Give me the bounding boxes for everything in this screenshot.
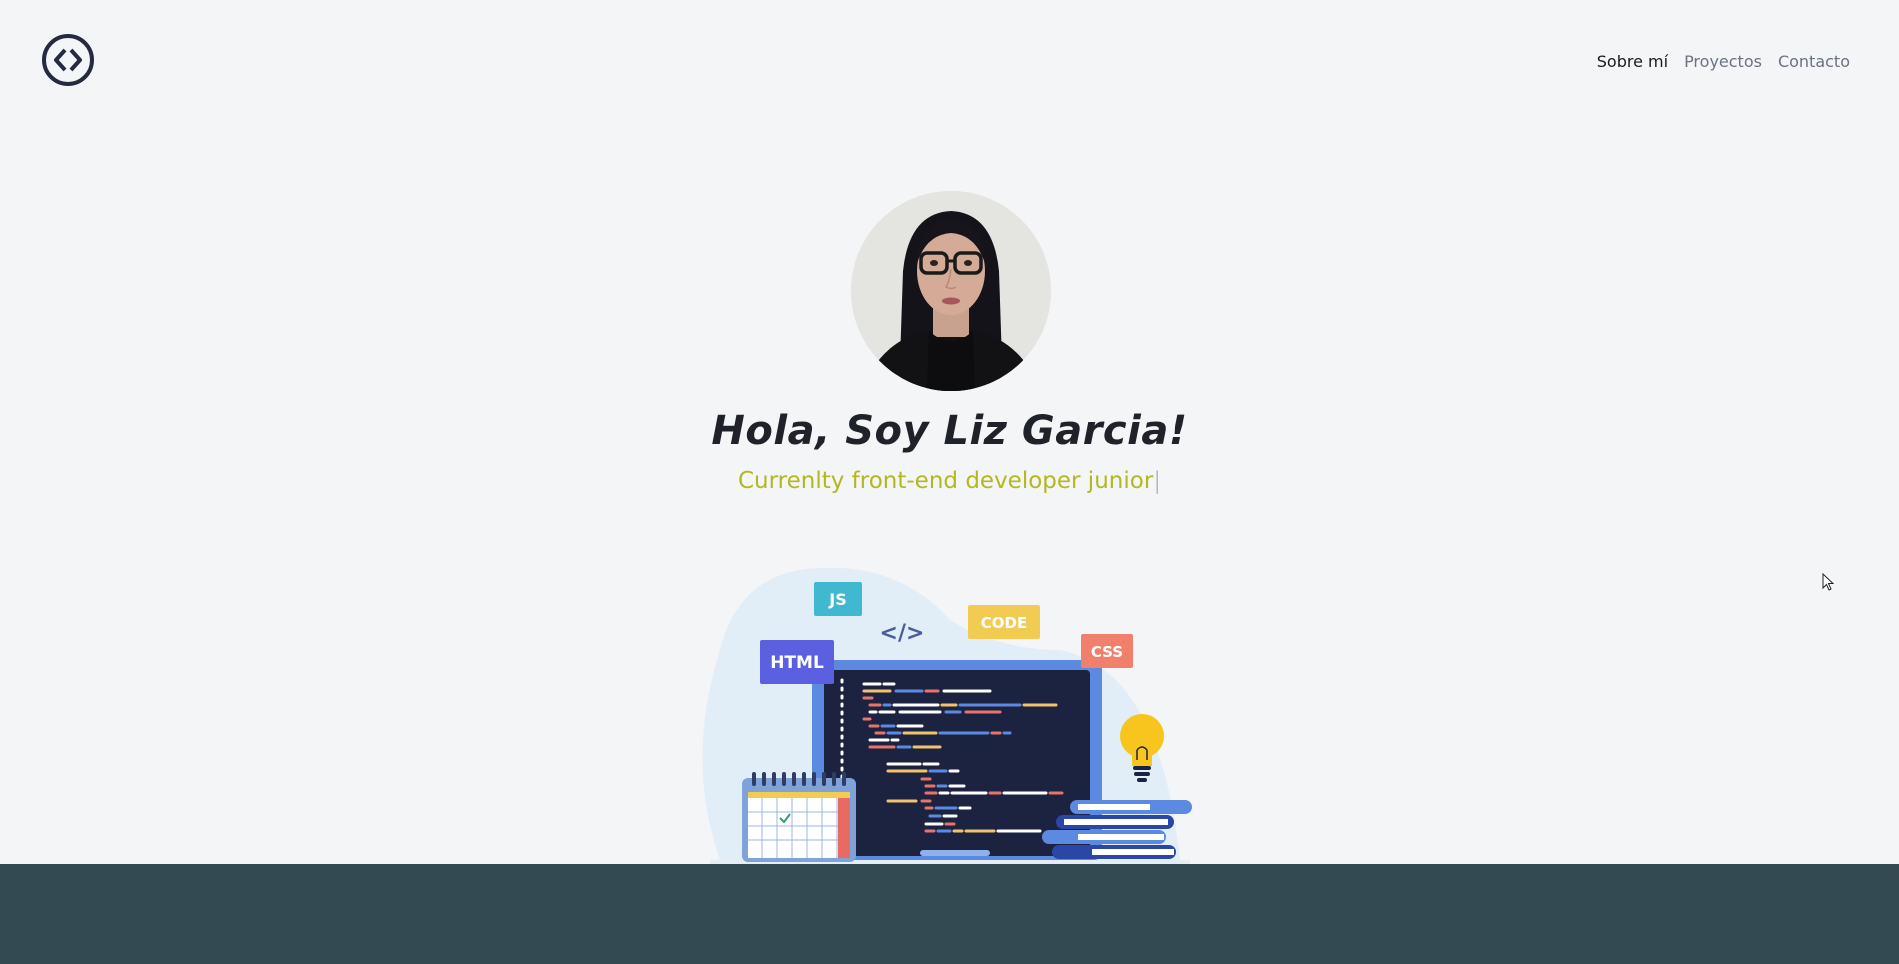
code-tag-label: CODE (981, 614, 1027, 632)
footer-band (0, 864, 1899, 964)
hero-title: Hola, Soy Liz Garcia! (711, 408, 1188, 454)
js-tag-label: JS (828, 590, 846, 609)
css-tag-label: CSS (1091, 643, 1123, 661)
developer-illustration: JS HTML CODE CSS </> (702, 567, 1192, 864)
nav-link-sobre-mi[interactable]: Sobre mí (1597, 52, 1668, 71)
hero-subtitle: Currenlty front-end developer junior| (0, 468, 1899, 494)
html-tag-label: HTML (770, 653, 824, 673)
code-brackets-icon (54, 48, 82, 72)
main-nav: Sobre mí Proyectos Contacto (1597, 52, 1850, 71)
calendar-icon (742, 772, 856, 862)
html-tag: HTML (760, 640, 834, 684)
typed-text: Currenlty front-end developer junior (737, 468, 1154, 494)
page: Sobre mí Proyectos Contacto Hola, Soy Li… (0, 0, 1899, 964)
code-tag: CODE (968, 605, 1040, 639)
mouse-pointer-icon (1822, 573, 1835, 591)
typing-caret: | (1153, 468, 1162, 494)
logo-button[interactable] (42, 34, 94, 86)
nav-link-proyectos[interactable]: Proyectos (1684, 52, 1762, 71)
js-tag: JS (814, 582, 862, 616)
profile-avatar (851, 191, 1051, 391)
css-tag: CSS (1081, 634, 1133, 668)
code-symbol-tag: </> (880, 621, 925, 646)
nav-link-contacto[interactable]: Contacto (1778, 52, 1850, 71)
